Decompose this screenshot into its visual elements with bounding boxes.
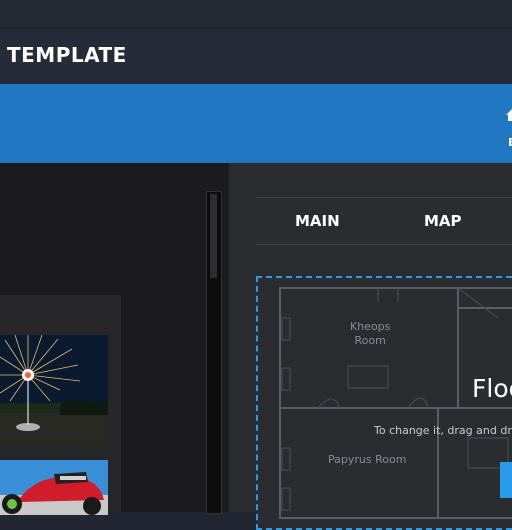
room-label-papyrus: Papyrus Room xyxy=(328,453,407,466)
tab-map[interactable]: MAP xyxy=(424,212,462,230)
scrollbar-thumb[interactable] xyxy=(210,194,217,278)
home-label: E xyxy=(508,136,512,149)
home-icon xyxy=(506,109,512,121)
gallery-thumbnail-race-car[interactable] xyxy=(0,460,108,515)
floorplan-hint: To change it, drag and drop xyxy=(374,424,512,437)
right-panel: MAIN MAP Kheops Room Papyrus Room Flo To… xyxy=(229,163,512,530)
tab-bar: MAIN MAP xyxy=(256,197,512,245)
room-label-kheops: Kheops Room xyxy=(350,320,390,348)
page-title: TEMPLATE xyxy=(7,43,127,67)
home-button[interactable]: E xyxy=(500,108,512,154)
image-gallery xyxy=(0,295,121,515)
title-bar: TEMPLATE xyxy=(0,29,512,84)
toolbar xyxy=(0,84,512,163)
top-strip xyxy=(0,0,512,29)
floorplan-dropzone[interactable]: Kheops Room Papyrus Room Floo To change … xyxy=(256,276,512,530)
upload-button[interactable] xyxy=(500,462,512,498)
gallery-thumbnail-light-painting[interactable] xyxy=(0,335,108,445)
race-car-image xyxy=(0,460,108,515)
room-label-kheops-line1: Kheops xyxy=(350,320,391,333)
left-panel-scrollbar[interactable] xyxy=(206,191,222,514)
room-label-kheops-line2: Room xyxy=(354,334,386,347)
left-panel xyxy=(0,163,229,515)
floorplan-image xyxy=(279,287,512,519)
light-painting-image xyxy=(0,335,108,445)
floorplan-title: Floo xyxy=(472,374,512,403)
tab-main[interactable]: MAIN xyxy=(295,212,340,230)
